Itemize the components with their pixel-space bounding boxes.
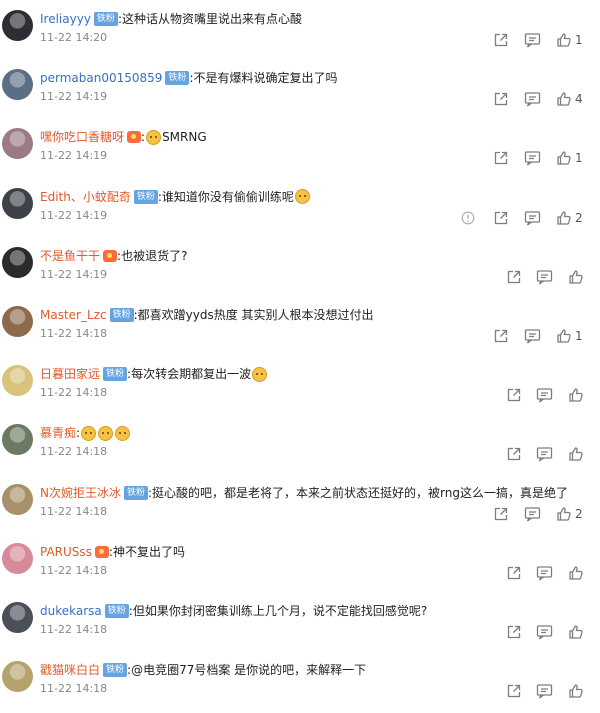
- comment-item: 不是鱼干干: 也被退货了? 11-22 14:19: [0, 240, 600, 299]
- comment-text: 都喜欢蹭yyds热度 其实别人根本没想过付出: [137, 308, 374, 322]
- username-link[interactable]: Edith、小蚊配奇: [40, 188, 131, 206]
- comment-time: 11-22 14:18: [40, 563, 108, 577]
- comment-line: 戳猫咪白白 铁粉: @电竞圈77号档案 是你说的吧，来解释一下: [40, 661, 366, 679]
- comment-time: 11-22 14:19: [40, 208, 108, 222]
- comment-text: 但如果你封闭密集训练上几个月，说不定能找回感觉呢?: [132, 604, 428, 618]
- comment-line: Master_Lzc 铁粉: 都喜欢蹭yyds热度 其实别人根本没想过付出: [40, 306, 374, 324]
- avatar[interactable]: [2, 187, 33, 219]
- avatar[interactable]: [2, 306, 33, 337]
- username-link[interactable]: N次婉拒王冰冰: [40, 484, 121, 502]
- comment-time: 11-22 14:19: [40, 90, 108, 104]
- fan-badge: 铁粉: [104, 604, 129, 618]
- comment-line: permaban00150859 铁粉: 不是有爆料说确定复出了吗: [40, 69, 338, 87]
- fan-badge: 铁粉: [93, 12, 118, 26]
- comment-line: 日暮田家远 铁粉: 每次转会期都复出一波: [40, 365, 268, 383]
- avatar[interactable]: [2, 483, 33, 515]
- comment-text: 挺心酸的吧，都是老将了，本来之前状态还挺好的，被rng这么一搞，真是绝了: [152, 485, 568, 500]
- comment-item: 戳猫咪白白 铁粉: @电竞圈77号档案 是你说的吧，来解释一下 11-22 14:18: [0, 654, 600, 713]
- comment-line: PARUSss: 神不复出了吗: [40, 543, 185, 561]
- fan-badge: 铁粉: [109, 308, 134, 322]
- comment-item: 慕青痴: 11-22 14:18: [0, 417, 600, 476]
- comment-line: 慕青痴:: [40, 424, 131, 442]
- comment-line: N次婉拒王冰冰 铁粉: 挺心酸的吧，都是老将了，本来之前状态还挺好的，被rng这么一…: [40, 484, 568, 502]
- username-link[interactable]: 不是鱼干干: [40, 247, 100, 265]
- emoji-icon: [252, 366, 268, 382]
- separator: :: [141, 130, 146, 145]
- username-link[interactable]: Master_Lzc: [40, 306, 107, 324]
- fan-badge: 铁粉: [165, 71, 190, 86]
- username-link[interactable]: 慕青痴: [40, 424, 76, 442]
- avatar[interactable]: [2, 542, 33, 574]
- avatar[interactable]: [2, 602, 33, 633]
- emoji-icon: [294, 189, 310, 205]
- username-link[interactable]: dukekarsa: [40, 602, 102, 620]
- comment-line: 嘿你吃口香糖呀: SMRNG: [40, 128, 207, 146]
- fan-badge: 铁粉: [103, 663, 128, 678]
- separator: :: [76, 426, 81, 441]
- emoji-icon: [115, 425, 131, 441]
- comment-time: 11-22 14:18: [40, 682, 108, 696]
- comment-list: 1 Ireliayyy 铁粉: 这种话从物资嘴里说出来有点心酸 11-22 14:20 4…: [0, 0, 600, 699]
- comment-time: 11-22 14:19: [40, 149, 108, 163]
- comment-time: 11-22 14:18: [40, 504, 108, 518]
- emoji-icon: [81, 425, 97, 441]
- comment-time: 11-22 14:20: [40, 31, 108, 44]
- username-link[interactable]: PARUSss: [40, 543, 92, 561]
- vip-icon: [127, 131, 142, 144]
- comment-line: Edith、小蚊配奇 铁粉: 谁知道你没有偷偷训练呢: [40, 188, 311, 206]
- comment-time: 11-22 14:18: [40, 623, 108, 636]
- avatar[interactable]: [2, 10, 33, 41]
- comment-line: 不是鱼干干: 也被退货了?: [40, 247, 187, 265]
- username-link[interactable]: Ireliayyy: [40, 10, 91, 28]
- comment-time: 11-22 14:18: [40, 445, 108, 459]
- emoji-icon: [98, 425, 114, 441]
- avatar[interactable]: [2, 661, 33, 693]
- username-link[interactable]: 嘿你吃口香糖呀: [40, 128, 124, 146]
- comment-text: 谁知道你没有偷偷训练呢: [161, 189, 294, 204]
- avatar[interactable]: [2, 424, 33, 456]
- comment-item: PARUSss: 神不复出了吗 11-22 14:18: [0, 536, 600, 595]
- comment-item: N次婉拒王冰冰 铁粉: 挺心酸的吧，都是老将了，本来之前状态还挺好的，被rng这么一…: [0, 477, 600, 536]
- username-link[interactable]: 戳猫咪白白: [40, 661, 100, 679]
- fan-badge: 铁粉: [123, 485, 148, 500]
- comment-text: 每次转会期都复出一波: [131, 367, 252, 382]
- comment-line: dukekarsa 铁粉: 但如果你封闭密集训练上几个月，说不定能找回感觉呢?: [40, 602, 427, 620]
- comment-time: 11-22 14:19: [40, 267, 108, 281]
- comment-text: 也被退货了?: [121, 248, 188, 263]
- username-link[interactable]: permaban00150859: [40, 69, 162, 87]
- comment-text: @电竞圈77号档案 是你说的吧，来解释一下: [131, 663, 367, 678]
- comment-time: 11-22 14:18: [40, 386, 108, 400]
- username-link[interactable]: 日暮田家远: [40, 365, 100, 383]
- comment-time: 11-22 14:18: [40, 327, 108, 340]
- fan-badge: 铁粉: [133, 189, 158, 204]
- comment-line: Ireliayyy 铁粉: 这种话从物资嘴里说出来有点心酸: [40, 10, 302, 28]
- avatar[interactable]: [2, 246, 33, 278]
- comment-item: permaban00150859 铁粉: 不是有爆料说确定复出了吗 11-22 14:…: [0, 62, 600, 121]
- comment-item: 日暮田家远 铁粉: 每次转会期都复出一波 11-22 14:18: [0, 358, 600, 417]
- avatar[interactable]: [2, 365, 33, 397]
- avatar[interactable]: [2, 69, 33, 101]
- comment-item: dukekarsa 铁粉: 但如果你封闭密集训练上几个月，说不定能找回感觉呢? 11-…: [0, 595, 600, 654]
- comment-item: 嘿你吃口香糖呀: SMRNG 11-22 14:19: [0, 121, 600, 180]
- comment-text: 不是有爆料说确定复出了吗: [193, 71, 338, 86]
- comment-text: SMRNG: [162, 130, 207, 145]
- comment-text: 神不复出了吗: [112, 544, 185, 559]
- vip-icon: [103, 249, 118, 262]
- comment-item: Master_Lzc 铁粉: 都喜欢蹭yyds热度 其实别人根本没想过付出 11-22…: [0, 299, 600, 358]
- emoji-icon: [146, 129, 162, 145]
- fan-badge: 铁粉: [103, 367, 128, 382]
- comment-text: 这种话从物资嘴里说出来有点心酸: [121, 12, 302, 26]
- comment-item: Edith、小蚊配奇 铁粉: 谁知道你没有偷偷训练呢 11-22 14:19: [0, 181, 600, 240]
- comment-item: Ireliayyy 铁粉: 这种话从物资嘴里说出来有点心酸 11-22 14:20: [0, 3, 600, 62]
- vip-icon: [94, 545, 109, 558]
- avatar[interactable]: [2, 128, 33, 160]
